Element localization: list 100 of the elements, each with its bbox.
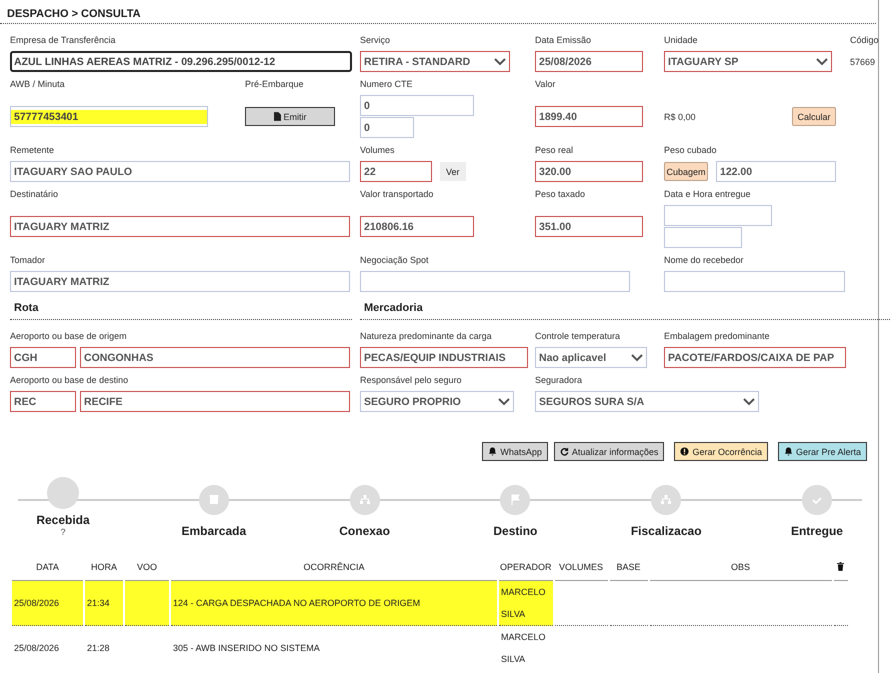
flag-icon: [512, 494, 520, 506]
action-button[interactable]: Ver: [440, 162, 466, 181]
chevron-icon: [494, 58, 506, 66]
page-title: DESPACHO > CONSULTA: [6, 7, 142, 22]
input-field[interactable]: 0: [360, 117, 414, 138]
select-field[interactable]: SEGURO PROPRIO: [360, 391, 514, 412]
bell-icon: [784, 447, 793, 456]
field-label: Código: [850, 34, 880, 46]
table-cell: 124 - CARGA DESPACHADA NO AEROPORTO DE ORIGEM: [171, 581, 497, 626]
input-field[interactable]: 0: [360, 95, 474, 116]
select-field[interactable]: RETIRA - STANDARD: [360, 51, 510, 72]
field-label: Seguradora: [535, 374, 584, 386]
step-label: Recebida: [36, 513, 90, 527]
action-button[interactable]: Atualizar informações: [554, 442, 664, 461]
column-header: OBS: [650, 554, 832, 581]
field-label: Embalagem predominante: [664, 330, 771, 342]
input-field[interactable]: ITAGUARY MATRIZ: [10, 271, 350, 292]
input-field[interactable]: PACOTE/FARDOS/CAIXA DE PAP: [664, 347, 846, 368]
column-header: BASE: [610, 554, 648, 581]
input-field[interactable]: [664, 271, 845, 292]
field-label: Pré-Embarque: [245, 78, 305, 90]
section-heading: Mercadoria: [360, 298, 890, 320]
chevron-icon: [743, 398, 755, 406]
field-label: Unidade: [664, 34, 699, 46]
table-cell: MARCELO SILVA: [499, 581, 553, 626]
select-field[interactable]: ITAGUARY SP: [664, 51, 832, 72]
field-label: Valor: [535, 78, 556, 90]
input-field[interactable]: 1899.40: [535, 106, 643, 127]
table-cell: 21:34: [85, 581, 123, 626]
field-label: Peso real: [535, 144, 574, 156]
exclamation-icon: [680, 447, 690, 456]
column-header: VOLUMES: [554, 554, 608, 581]
input-field[interactable]: 351.00: [535, 216, 643, 237]
step-label: Destino: [493, 524, 538, 538]
action-button[interactable]: WhatsApp: [482, 442, 548, 461]
table-cell: 25/08/2026: [12, 581, 83, 626]
chevron-icon: [498, 398, 510, 406]
field-label: Peso taxado: [535, 188, 586, 200]
field-label: AWB / Minuta: [10, 78, 66, 90]
field-label: Data e Hora entregue: [664, 188, 752, 200]
input-field[interactable]: AZUL LINHAS AEREAS MATRIZ - 09.296.295/0012-12: [10, 51, 352, 72]
action-button[interactable]: Gerar Pre Alerta: [778, 442, 867, 461]
input-field[interactable]: 320.00: [535, 161, 643, 182]
emit-button[interactable]: Emitir: [245, 107, 335, 126]
action-button[interactable]: Gerar Ocorrência: [674, 442, 768, 461]
step-label: Entregue: [790, 524, 843, 538]
field-label: Natureza predominante da carga: [360, 330, 493, 342]
value-text: 57669: [850, 56, 876, 66]
field-label: Destinatário: [10, 188, 60, 200]
input-field[interactable]: 25/08/2026: [535, 51, 643, 72]
input-field[interactable]: ITAGUARY MATRIZ: [10, 216, 350, 237]
sitemap-icon: [360, 495, 370, 504]
table-cell-text: 25/08/2026: [13, 642, 60, 655]
input-field[interactable]: [360, 271, 630, 292]
input-field[interactable]: PECAS/EQUIP INDUSTRIAIS: [360, 347, 528, 368]
box-icon: [209, 495, 218, 504]
action-button[interactable]: Calcular: [792, 107, 836, 126]
input-field[interactable]: 22: [360, 161, 432, 182]
step-label: Embarcada: [181, 524, 246, 538]
sitemap-icon: [661, 495, 672, 504]
field-label: Negociação Spot: [360, 254, 430, 266]
step-note: ?: [60, 527, 66, 537]
field-label: Controle temperatura: [535, 330, 622, 342]
field-label: Aeroporto ou base de origem: [10, 330, 128, 342]
field-label: Valor transportado: [360, 188, 434, 200]
input-field[interactable]: 57777453401: [10, 106, 208, 127]
field-label: Remetente: [10, 144, 56, 156]
input-field[interactable]: 122.00: [716, 161, 836, 182]
input-field[interactable]: 210806.16: [360, 216, 474, 237]
select-field[interactable]: SEGUROS SURA S/A: [535, 391, 759, 412]
field-label: Empresa de Transferência: [10, 34, 117, 46]
chevron-icon: [816, 58, 828, 66]
bell-icon: [488, 447, 498, 456]
document-icon: [274, 112, 280, 121]
field-label: Responsável pelo seguro: [360, 374, 463, 386]
field-label: Serviço: [360, 34, 392, 46]
field-label: Nome do recebedor: [664, 254, 745, 266]
table-cell-text: MARCELO SILVA: [500, 631, 547, 666]
select-field[interactable]: Nao aplicavel: [535, 347, 647, 368]
input-field[interactable]: [664, 227, 742, 248]
input-field[interactable]: REC: [10, 391, 76, 412]
value-text: R$ 0,00: [664, 112, 697, 122]
field-label: Data Emissão: [535, 34, 592, 46]
field-label: Volumes: [360, 144, 396, 156]
trash-icon[interactable]: [837, 562, 844, 570]
field-label: Peso cubado: [664, 144, 718, 156]
table-cell-text: 305 - AWB INSERIDO NO SISTEMA: [172, 642, 321, 655]
input-field[interactable]: ITAGUARY SAO PAULO: [10, 161, 350, 182]
input-field[interactable]: CGH: [10, 347, 76, 368]
action-button[interactable]: Cubagem: [664, 162, 708, 181]
input-field[interactable]: [664, 205, 772, 226]
input-field[interactable]: CONGONHAS: [80, 347, 350, 368]
section-heading: Rota: [10, 298, 352, 320]
field-label: Tomador: [10, 254, 46, 266]
input-field[interactable]: RECIFE: [80, 391, 350, 412]
field-label: Aeroporto ou base de destino: [10, 374, 130, 386]
check-icon: [812, 497, 822, 504]
refresh-icon: [560, 447, 569, 456]
field-label: Numero CTE: [360, 78, 414, 90]
chevron-icon: [631, 354, 643, 362]
